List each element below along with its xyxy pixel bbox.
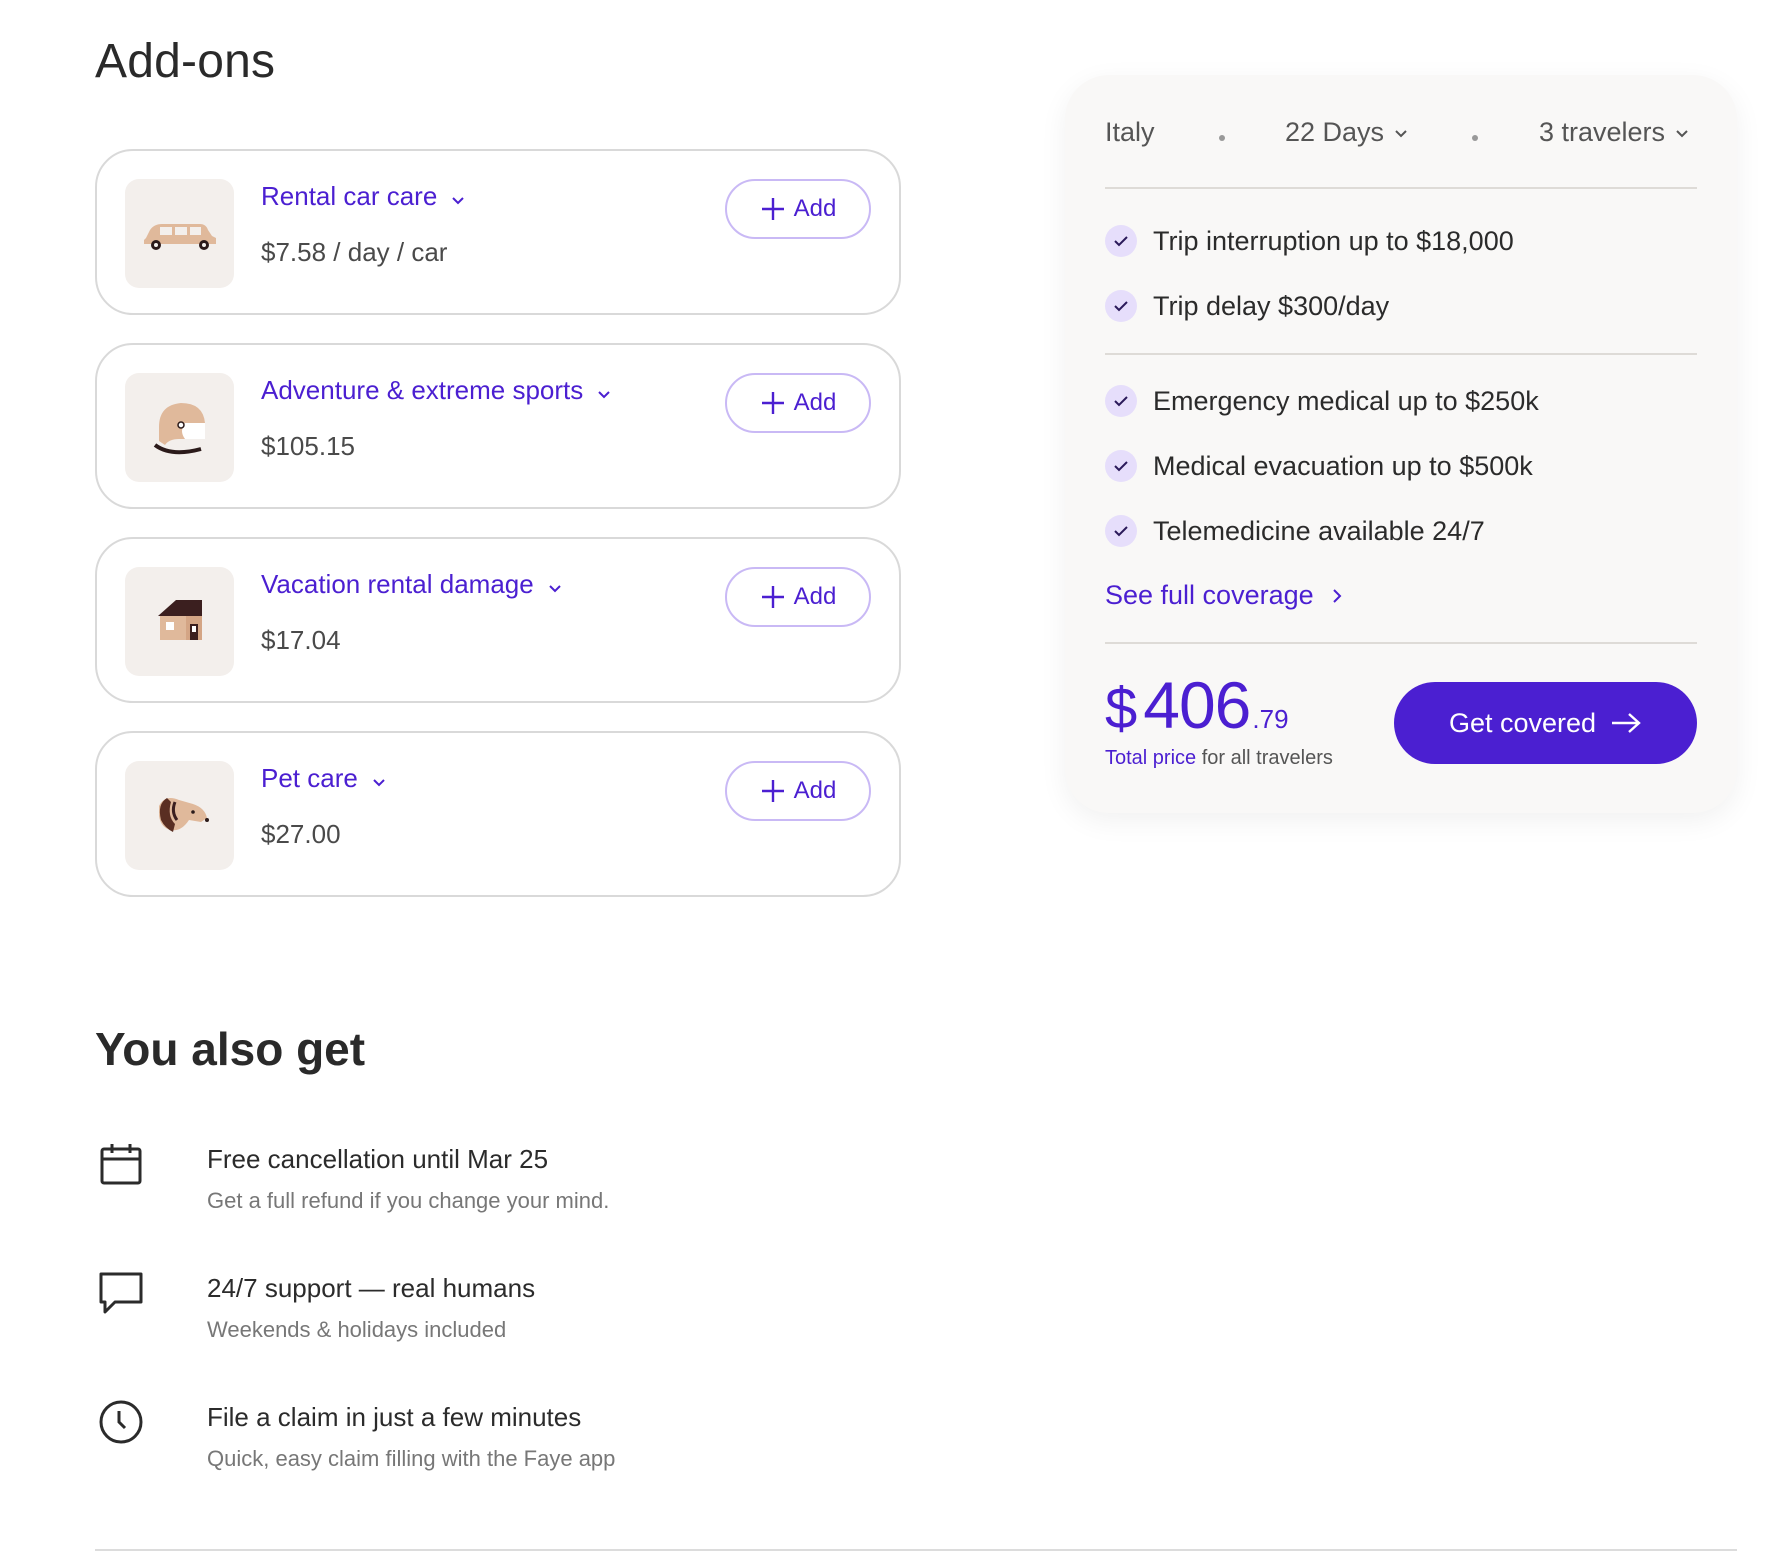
plus-icon bbox=[761, 198, 784, 220]
add-button-label: Add bbox=[793, 777, 837, 804]
coverage-feature-label: Trip interruption up to $18,000 bbox=[1153, 225, 1514, 256]
separator-dot bbox=[1219, 135, 1225, 141]
chevron-down-icon bbox=[548, 569, 562, 600]
helmet-icon bbox=[125, 373, 234, 482]
duration-selector[interactable]: 22 Days bbox=[1285, 117, 1408, 148]
total-price: $ 406 .79 bbox=[1105, 667, 1289, 743]
chevron-down-icon bbox=[451, 181, 465, 212]
chevron-down-icon bbox=[1676, 129, 1688, 137]
perk-subtitle: Get a full refund if you change your min… bbox=[207, 1188, 610, 1213]
divider bbox=[1105, 353, 1697, 355]
addon-card-rental-car: Rental car care $7.58 / day / car Add bbox=[95, 149, 901, 315]
price-integer: 406 bbox=[1143, 668, 1251, 742]
price-suffix: for all travelers bbox=[1201, 747, 1333, 769]
perk-subtitle: Weekends & holidays included bbox=[207, 1317, 507, 1342]
plus-icon bbox=[761, 392, 784, 414]
chat-bubble-icon bbox=[95, 1267, 147, 1319]
add-pet-care-button[interactable]: Add bbox=[725, 761, 871, 821]
check-icon bbox=[1105, 515, 1137, 547]
travelers-selector[interactable]: 3 travelers bbox=[1539, 117, 1689, 148]
addon-title-label: Vacation rental damage bbox=[261, 569, 534, 599]
addon-title-label: Rental car care bbox=[261, 181, 438, 211]
addons-heading: Add-ons bbox=[95, 35, 276, 88]
get-covered-label: Get covered bbox=[1448, 707, 1597, 738]
addon-card-pet-care: Pet care $27.00 Add bbox=[95, 731, 901, 897]
travelers-label: 3 travelers bbox=[1539, 117, 1666, 147]
addon-title-label: Pet care bbox=[261, 763, 358, 793]
total-price-label: Total price bbox=[1105, 747, 1197, 769]
add-adventure-button[interactable]: Add bbox=[725, 373, 871, 433]
add-button-label: Add bbox=[793, 583, 837, 610]
add-rental-car-button[interactable]: Add bbox=[725, 179, 871, 239]
addon-title-vacation-rental[interactable]: Vacation rental damage bbox=[261, 569, 562, 600]
perk-title: Free cancellation until Mar 25 bbox=[207, 1144, 549, 1174]
chevron-down-icon bbox=[1395, 129, 1407, 137]
trip-details-bar: Italy 22 Days 3 travelers bbox=[1105, 105, 1697, 175]
coverage-feature: Emergency medical up to $250k bbox=[1105, 385, 1539, 417]
perk-item: Free cancellation until Mar 25 Get a ful… bbox=[95, 1138, 795, 1228]
footer-divider bbox=[95, 1549, 1737, 1551]
price-currency: $ bbox=[1105, 676, 1138, 741]
clock-icon bbox=[95, 1396, 147, 1448]
addon-price: $27.00 bbox=[261, 819, 341, 849]
coverage-feature-label: Emergency medical up to $250k bbox=[1153, 385, 1539, 416]
get-covered-button[interactable]: Get covered bbox=[1394, 682, 1697, 764]
perk-item: File a claim in just a few minutes Quick… bbox=[95, 1396, 795, 1486]
coverage-feature-label: Medical evacuation up to $500k bbox=[1153, 450, 1533, 481]
destination-label: Italy bbox=[1105, 117, 1155, 147]
check-icon bbox=[1105, 290, 1137, 322]
add-vacation-rental-button[interactable]: Add bbox=[725, 567, 871, 627]
duration-label: 22 Days bbox=[1285, 117, 1385, 147]
car-icon bbox=[125, 179, 234, 288]
coverage-feature-label: Telemedicine available 24/7 bbox=[1153, 515, 1485, 546]
coverage-feature: Telemedicine available 24/7 bbox=[1105, 515, 1485, 547]
addon-card-adventure: Adventure & extreme sports $105.15 Add bbox=[95, 343, 901, 509]
addon-title-rental-car[interactable]: Rental car care bbox=[261, 181, 465, 212]
addon-price: $7.58 / day / car bbox=[261, 237, 448, 267]
dog-icon bbox=[125, 761, 234, 870]
arrow-right-icon bbox=[1612, 713, 1641, 733]
perk-subtitle: Quick, easy claim filling with the Faye … bbox=[207, 1446, 616, 1471]
perk-title: File a claim in just a few minutes bbox=[207, 1402, 582, 1432]
plus-icon bbox=[761, 586, 784, 608]
divider bbox=[1105, 642, 1697, 644]
coverage-feature: Trip interruption up to $18,000 bbox=[1105, 225, 1514, 257]
check-icon bbox=[1105, 450, 1137, 482]
price-note: Total price for all travelers bbox=[1105, 747, 1333, 770]
add-button-label: Add bbox=[793, 389, 837, 416]
see-full-coverage-label: See full coverage bbox=[1105, 580, 1314, 610]
addon-price: $105.15 bbox=[261, 431, 355, 461]
chevron-right-icon bbox=[1332, 588, 1342, 603]
perk-item: 24/7 support — real humans Weekends & ho… bbox=[95, 1267, 795, 1357]
check-icon bbox=[1105, 225, 1137, 257]
calendar-icon bbox=[95, 1138, 147, 1190]
quote-summary-card: Italy 22 Days 3 travelers Trip interrupt… bbox=[1065, 75, 1737, 813]
add-button-label: Add bbox=[793, 195, 837, 222]
addon-title-label: Adventure & extreme sports bbox=[261, 375, 584, 405]
perks-heading: You also get bbox=[95, 1023, 366, 1075]
plus-icon bbox=[761, 780, 784, 802]
destination-selector[interactable]: Italy bbox=[1105, 117, 1155, 148]
coverage-feature-label: Trip delay $300/day bbox=[1153, 290, 1390, 321]
coverage-feature: Trip delay $300/day bbox=[1105, 290, 1389, 322]
see-full-coverage-link[interactable]: See full coverage bbox=[1105, 580, 1342, 611]
divider bbox=[1105, 187, 1697, 189]
chevron-down-icon bbox=[372, 763, 386, 794]
perk-title: 24/7 support — real humans bbox=[207, 1273, 536, 1303]
coverage-feature: Medical evacuation up to $500k bbox=[1105, 450, 1533, 482]
chevron-down-icon bbox=[597, 375, 611, 406]
addon-price: $17.04 bbox=[261, 625, 341, 655]
price-cents: .79 bbox=[1252, 704, 1289, 734]
addon-card-vacation-rental: Vacation rental damage $17.04 Add bbox=[95, 537, 901, 703]
separator-dot bbox=[1472, 135, 1478, 141]
addon-title-pet-care[interactable]: Pet care bbox=[261, 763, 386, 794]
check-icon bbox=[1105, 385, 1137, 417]
addon-title-adventure[interactable]: Adventure & extreme sports bbox=[261, 375, 611, 406]
house-icon bbox=[125, 567, 234, 676]
